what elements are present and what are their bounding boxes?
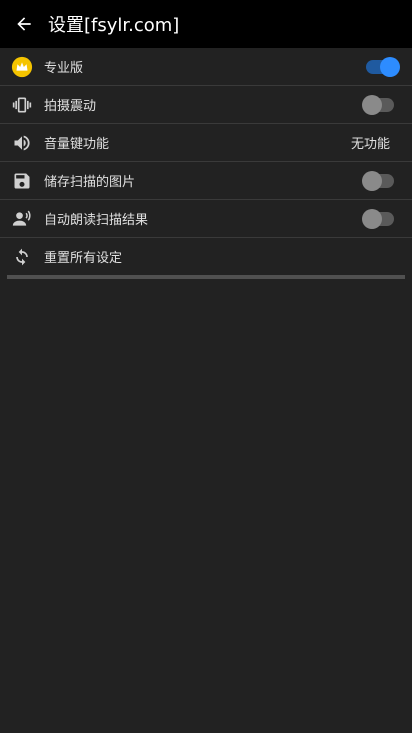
setting-auto-read[interactable]: 自动朗读扫描结果	[0, 200, 412, 238]
vibration-toggle[interactable]	[362, 94, 394, 115]
crown-icon	[0, 48, 44, 85]
settings-list: 专业版 拍摄震动 音量键功能 无功能 储存扫描的图片 自动朗读扫描结果 重置所有…	[0, 48, 412, 279]
setting-volume-key[interactable]: 音量键功能 无功能	[0, 124, 412, 162]
back-button[interactable]	[0, 0, 48, 48]
setting-label: 专业版	[44, 61, 84, 76]
speak-icon	[0, 200, 44, 237]
volume-icon	[0, 124, 44, 161]
save-icon	[0, 162, 44, 199]
list-end-divider	[7, 275, 405, 279]
auto-read-toggle[interactable]	[362, 208, 394, 229]
page-title: 设置[fsylr.com]	[48, 15, 180, 36]
app-bar: 设置[fsylr.com]	[0, 0, 412, 48]
reset-icon	[0, 238, 44, 275]
volume-key-value[interactable]: 无功能	[351, 133, 390, 152]
arrow-back-icon	[17, 17, 31, 31]
setting-pro-version[interactable]: 专业版	[0, 48, 412, 86]
setting-save-scanned-images[interactable]: 储存扫描的图片	[0, 162, 412, 200]
setting-label: 重置所有设定	[44, 251, 123, 266]
save-images-toggle[interactable]	[362, 170, 394, 191]
vibration-icon	[0, 86, 44, 123]
pro-version-toggle[interactable]	[366, 56, 400, 77]
setting-shoot-vibration[interactable]: 拍摄震动	[0, 86, 412, 124]
setting-label: 拍摄震动	[44, 99, 97, 114]
setting-label: 自动朗读扫描结果	[44, 213, 149, 228]
setting-label: 音量键功能	[44, 137, 110, 152]
setting-label: 储存扫描的图片	[44, 175, 136, 190]
setting-reset-all[interactable]: 重置所有设定	[0, 238, 412, 275]
